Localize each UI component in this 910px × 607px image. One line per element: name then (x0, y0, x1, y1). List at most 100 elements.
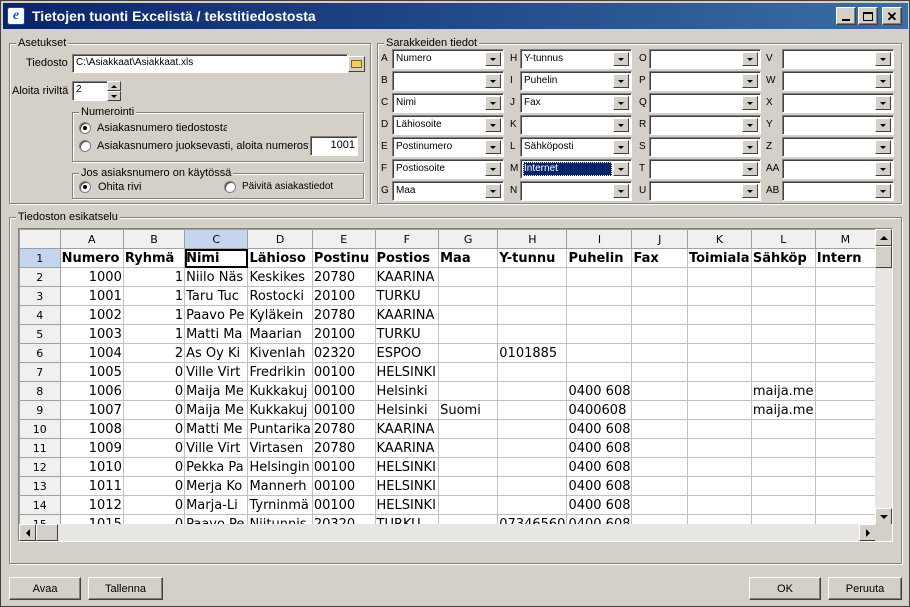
table-cell[interactable] (497, 286, 568, 306)
column-mapping-select-t[interactable] (649, 159, 761, 179)
table-cell[interactable]: Rostocki (247, 286, 313, 306)
table-cell[interactable]: Virtasen (247, 438, 313, 458)
row-header[interactable]: 3 (19, 286, 61, 306)
chevron-down-icon[interactable] (742, 52, 758, 66)
chevron-down-icon[interactable] (485, 140, 501, 154)
table-row[interactable]: 1 Numero Ryhmä Nimi Lähioso Postinu Postios Maa… (19, 248, 876, 268)
table-cell[interactable]: 00100 (311, 457, 376, 477)
table-cell[interactable]: 1012 (59, 495, 124, 515)
table-cell[interactable] (814, 400, 876, 420)
table-cell[interactable]: Tyrninmä (247, 495, 313, 515)
table-cell[interactable] (497, 438, 568, 458)
start-number-input[interactable]: 1001 (310, 136, 358, 156)
table-cell[interactable]: 00100 (311, 495, 376, 515)
ok-button[interactable]: OK (749, 577, 821, 600)
table-cell[interactable] (814, 286, 876, 306)
table-cell[interactable] (750, 476, 816, 496)
scroll-left-icon[interactable] (19, 524, 36, 541)
column-mapping-select-u[interactable] (649, 181, 761, 201)
chevron-down-icon[interactable] (875, 184, 891, 198)
table-cell[interactable]: Pekka Pa (184, 457, 249, 477)
table-cell[interactable]: HELSINKI (374, 457, 440, 477)
table-cell[interactable]: Kivenlah (247, 343, 313, 363)
column-mapping-select-x[interactable] (782, 93, 894, 113)
table-cell[interactable]: maija.me (750, 400, 816, 420)
title-bar[interactable]: e Tietojen tuonti Excelistä / tekstitied… (3, 3, 908, 29)
table-cell[interactable] (438, 362, 499, 382)
table-cell[interactable]: 1002 (59, 305, 124, 325)
column-mapping-select-r[interactable] (649, 115, 761, 135)
vertical-scroll-thumb[interactable] (875, 246, 892, 268)
table-cell[interactable]: 20780 (311, 438, 376, 458)
table-cell[interactable] (686, 362, 752, 382)
table-cell[interactable] (497, 362, 568, 382)
table-cell[interactable] (686, 324, 752, 344)
table-cell[interactable]: 0 (122, 400, 186, 420)
table-cell[interactable] (497, 381, 568, 401)
column-header[interactable]: G (438, 229, 499, 249)
chevron-down-icon[interactable] (485, 52, 501, 66)
table-cell[interactable] (497, 400, 568, 420)
chevron-down-icon[interactable] (485, 74, 501, 88)
table-cell[interactable] (497, 324, 568, 344)
table-cell[interactable] (631, 286, 688, 306)
table-cell[interactable]: Helsinki (374, 381, 440, 401)
table-cell[interactable]: Keskikes (247, 267, 313, 287)
column-mapping-select-l[interactable]: Sähköposti (520, 137, 632, 157)
numbering-from-file-radio[interactable] (79, 122, 91, 134)
table-cell[interactable]: 0400 608 (566, 457, 633, 477)
table-cell[interactable] (686, 400, 752, 420)
column-mapping-select-y[interactable] (782, 115, 894, 135)
column-mapping-select-s[interactable] (649, 137, 761, 157)
table-cell[interactable]: KAARINA (374, 305, 440, 325)
column-mapping-select-c[interactable]: Nimi (392, 93, 504, 113)
table-cell[interactable] (566, 267, 633, 287)
table-cell[interactable] (750, 438, 816, 458)
row-header[interactable]: 9 (19, 400, 61, 420)
chevron-down-icon[interactable] (742, 118, 758, 132)
table-cell[interactable]: 1005 (59, 362, 124, 382)
table-cell[interactable]: 20100 (311, 324, 376, 344)
table-cell[interactable] (438, 305, 499, 325)
chevron-down-icon[interactable] (742, 162, 758, 176)
table-cell[interactable]: Suomi (438, 400, 499, 420)
table-cell[interactable] (814, 381, 876, 401)
table-cell[interactable] (814, 438, 876, 458)
chevron-down-icon[interactable] (742, 96, 758, 110)
update-customer-radio[interactable] (224, 181, 236, 193)
horizontal-scrollbar[interactable] (19, 524, 876, 541)
table-cell[interactable] (814, 362, 876, 382)
chevron-down-icon[interactable] (875, 118, 891, 132)
table-cell[interactable]: Helsinki (374, 400, 440, 420)
table-cell[interactable]: 20780 (311, 267, 376, 287)
maximize-button[interactable] (858, 7, 878, 25)
spin-down-icon[interactable] (107, 91, 121, 101)
table-cell[interactable]: ESPOO (374, 343, 440, 363)
table-cell[interactable] (750, 343, 816, 363)
table-cell[interactable] (497, 457, 568, 477)
table-cell[interactable] (750, 495, 816, 515)
table-cell[interactable] (814, 419, 876, 439)
table-cell[interactable]: 0 (122, 362, 186, 382)
row-header[interactable]: 10 (19, 419, 61, 439)
table-cell[interactable] (566, 286, 633, 306)
column-mapping-select-f[interactable]: Postiosoite (392, 159, 504, 179)
column-mapping-select-w[interactable] (782, 71, 894, 91)
column-header[interactable]: M (814, 229, 876, 249)
table-cell[interactable] (750, 362, 816, 382)
table-cell[interactable]: 0400 608 (566, 495, 633, 515)
table-cell[interactable]: 20100 (311, 286, 376, 306)
column-mapping-select-i[interactable]: Puhelin (520, 71, 632, 91)
table-cell[interactable]: 1 (122, 324, 186, 344)
chevron-down-icon[interactable] (613, 118, 629, 132)
row-header[interactable]: 4 (19, 305, 61, 325)
row-header[interactable]: 11 (19, 438, 61, 458)
table-cell[interactable]: Sähköp (750, 248, 816, 268)
table-cell[interactable]: Maarian (247, 324, 313, 344)
column-mapping-select-p[interactable] (649, 71, 761, 91)
table-row[interactable]: 11 1009 0 Ville Virt Virtasen 20780 KAARINA 040… (19, 438, 876, 458)
chevron-down-icon[interactable] (875, 140, 891, 154)
browse-folder-button[interactable] (348, 56, 365, 72)
table-cell[interactable] (814, 305, 876, 325)
scroll-up-icon[interactable] (875, 229, 892, 246)
